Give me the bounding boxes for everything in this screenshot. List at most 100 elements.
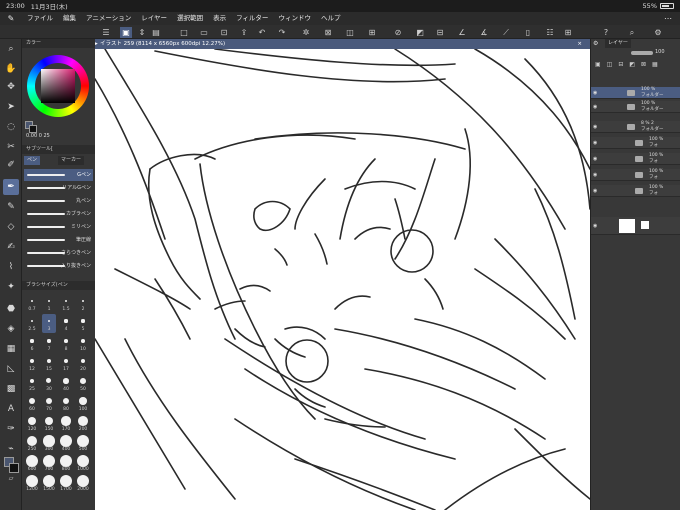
brush-item[interactable]: 筆圧線 [24,234,93,246]
paper-layer[interactable]: ◉ [591,217,680,235]
eraser-icon[interactable]: ◇ [3,219,19,235]
brush-size-dot[interactable] [30,339,34,343]
layer-property-icon[interactable]: ⚙ [593,40,598,47]
hand-icon[interactable]: ✋ [3,61,19,77]
canvas-icon[interactable]: ▣ [120,27,132,38]
brush-size-dot[interactable] [28,397,36,405]
color-panel-tab[interactable]: カラー [22,39,95,48]
menu-filter[interactable]: フィルター [231,12,273,25]
brush-size-dot[interactable] [26,435,38,447]
eye-icon[interactable]: ◉ [593,104,597,110]
canvas-tab[interactable]: ▸ イラスト 259 (8114 x 6560px 600dpi 12.27%)… [95,39,590,49]
crop-icon[interactable]: ⊟ [434,27,446,38]
brush-size-dot[interactable] [81,339,85,343]
window-icon[interactable]: ▤ [150,27,162,38]
fill-icon[interactable]: ◫ [344,27,356,38]
open-folder-icon[interactable]: ▭ [198,27,210,38]
phone-icon[interactable]: ▯ [522,27,534,38]
brush-size-dot[interactable] [77,475,89,487]
snap-icon[interactable]: ⟋ [500,27,512,38]
transform-icon[interactable]: ⊞ [366,27,378,38]
blend-icon[interactable]: ✦ [3,279,19,295]
grid-icon[interactable]: ⊞ [562,27,574,38]
brush-size-dot[interactable] [64,339,68,343]
brush-size-dot[interactable] [81,319,85,323]
list-icon[interactable]: ☷ [544,27,556,38]
color-square[interactable] [41,69,75,103]
brush-size-dot[interactable] [80,378,86,384]
brush-size-dot[interactable] [77,455,89,467]
eye-icon[interactable]: ◉ [593,156,597,162]
eye-icon[interactable]: ◉ [593,223,597,229]
chevron-updown-icon[interactable]: ⇕ [136,27,148,38]
brush-item[interactable]: 入り抜きペン [24,260,93,272]
brush-size-dot[interactable] [46,378,52,384]
menu-view[interactable]: 表示 [208,12,231,25]
brush-size-dot[interactable] [60,475,72,487]
zoom-icon[interactable]: ⌕ [3,41,19,57]
brush-size-dot[interactable] [64,319,68,323]
text-icon[interactable]: A [3,401,19,417]
search-icon[interactable]: ⌕ [626,27,638,38]
menu-help[interactable]: ヘルプ [316,12,346,25]
brush-size-dot[interactable] [30,299,34,303]
layer-item[interactable]: ◉ 100 % フォ [591,153,680,165]
pencil-icon[interactable]: ✎ [3,199,19,215]
close-canvas-icon[interactable]: × [577,39,582,49]
app-logo-icon[interactable]: ✎ [0,14,22,23]
brush-size-dot[interactable] [45,397,53,405]
brush-size-dot[interactable] [60,455,72,467]
balloon-icon[interactable]: ✑ [3,421,19,437]
brush-size-dot[interactable] [63,358,69,364]
save-icon[interactable]: ⊡ [218,27,230,38]
brush-size-dot[interactable] [79,397,87,405]
export-icon[interactable]: ⇪ [238,27,250,38]
brush-size-dot[interactable] [43,455,55,467]
brush-size-dot[interactable] [46,358,52,364]
brush-size-dot[interactable] [30,319,34,323]
brush-size-dot[interactable] [78,416,88,426]
brush-size-dot[interactable] [63,378,69,384]
brush-size-dot[interactable] [47,299,51,303]
brush-item[interactable]: カブラペン [24,208,93,220]
brush-size-dot[interactable] [61,416,71,426]
sub-tool-tab[interactable]: サブツール[ [22,145,95,154]
eye-icon[interactable]: ◉ [593,124,597,130]
eyedropper-icon[interactable]: ✐ [3,157,19,173]
brush-size-dot[interactable] [26,455,38,467]
hamburger-icon[interactable]: ☰ [100,27,112,38]
select-icon[interactable]: ◌ [3,119,19,135]
help-icon[interactable]: ? [600,27,612,38]
operation-icon[interactable]: ➤ [3,99,19,115]
brush-item[interactable]: ミリペン [24,221,93,233]
ruler-icon[interactable]: ∠ [456,27,468,38]
brush-size-dot[interactable] [29,378,35,384]
menu-layer[interactable]: レイヤー [136,12,172,25]
more-icon[interactable]: ⋯ [664,14,672,23]
ruler2-icon[interactable]: ∡ [478,27,490,38]
menu-file[interactable]: ファイル [22,12,58,25]
eye-icon[interactable]: ◉ [593,90,597,96]
eye-icon[interactable]: ◉ [593,140,597,146]
brush-item[interactable]: 丸ペン [24,195,93,207]
color-sub[interactable] [29,125,37,133]
transparent-icon[interactable]: ▱ [3,471,19,487]
airbrush-icon[interactable]: ⌇ [3,259,19,275]
invert-icon[interactable]: ◩ [414,27,426,38]
brush-size-dot[interactable] [60,435,72,447]
tab-marker[interactable]: マーカー [58,156,85,165]
move-icon[interactable]: ✥ [3,79,19,95]
figure-icon[interactable]: ◺ [3,361,19,377]
gear-icon[interactable]: ⚙ [652,27,664,38]
brush-size-dot[interactable] [30,359,34,363]
redo-icon[interactable]: ↷ [276,27,288,38]
brush-size-dot[interactable] [62,397,70,405]
fill-icon[interactable]: ⬣ [3,301,19,317]
menu-edit[interactable]: 編集 [58,12,81,25]
eye-icon[interactable]: ◉ [593,172,597,178]
brush-item[interactable]: さらつきペン [24,247,93,259]
brush-size-tab[interactable]: ブラシサイズ(ペン [22,281,95,290]
brush-size-dot[interactable] [64,299,68,303]
correct-icon[interactable]: ⌁ [3,441,19,457]
brush-size-dot[interactable] [43,475,55,487]
